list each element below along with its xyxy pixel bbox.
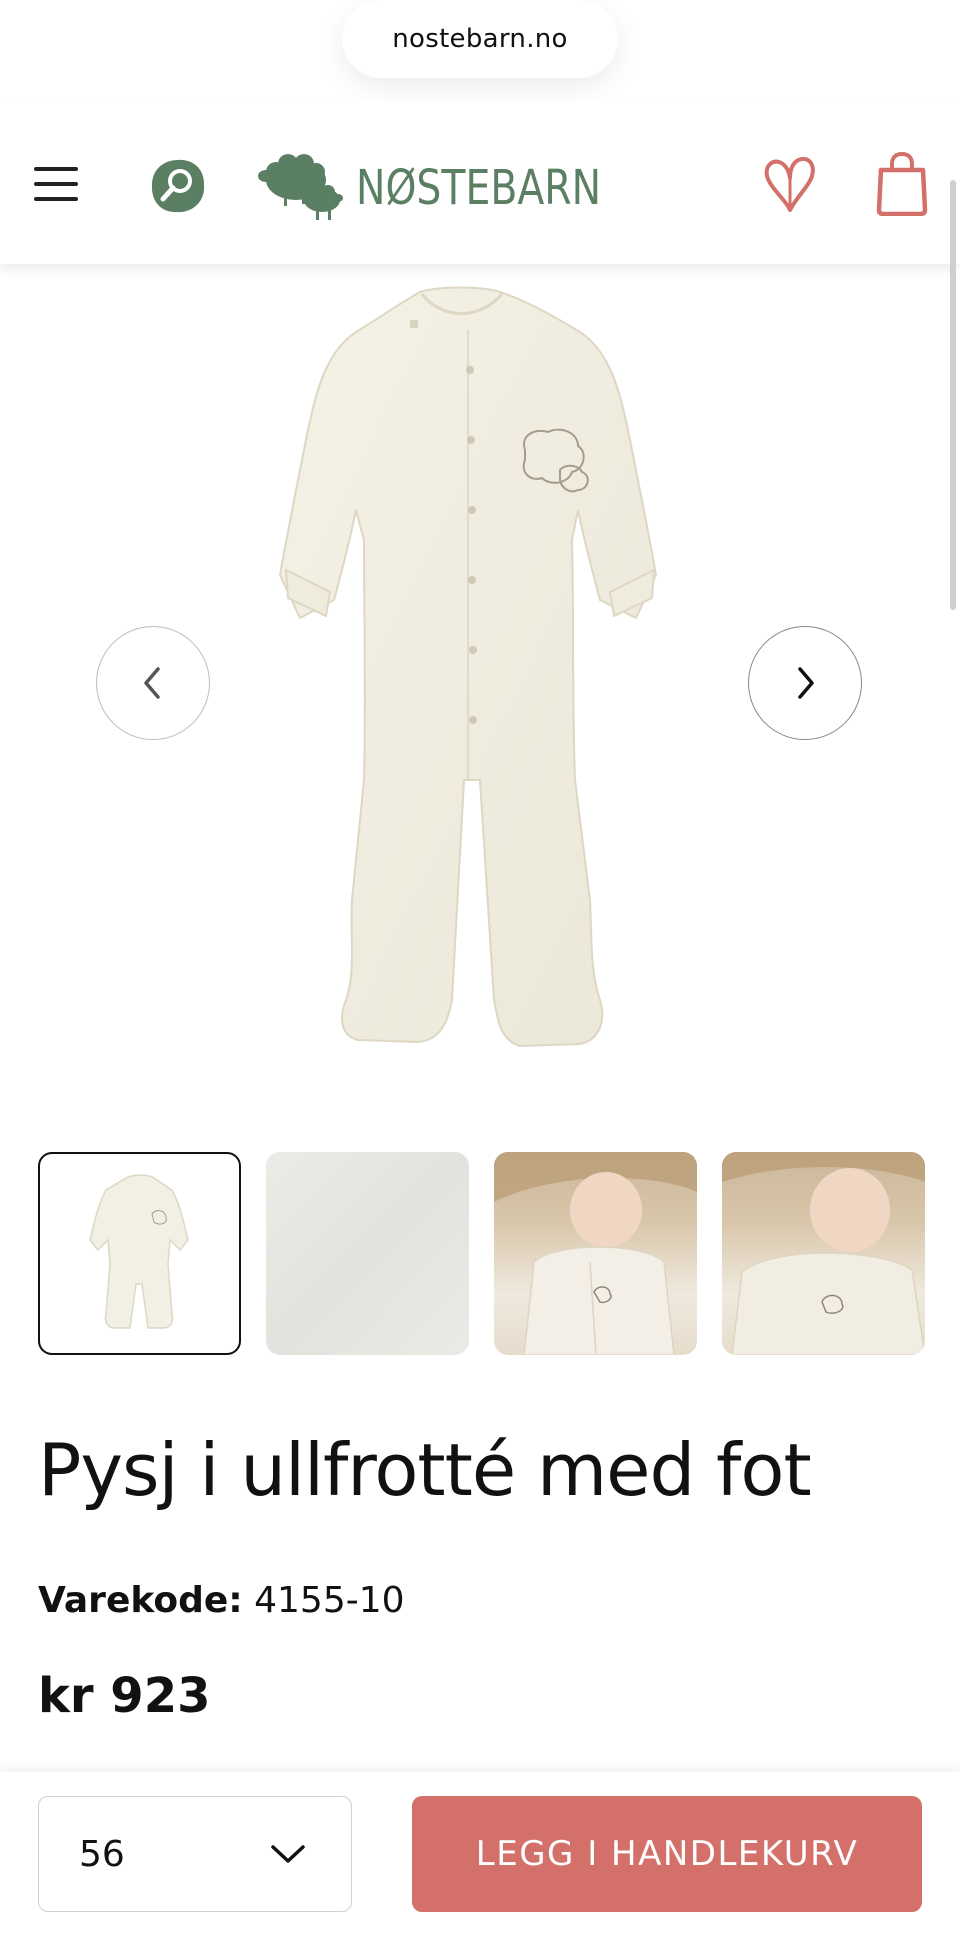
- sheep-logo-icon: [258, 154, 343, 220]
- chevron-down-icon: [271, 1845, 305, 1863]
- selected-size: 56: [79, 1833, 125, 1875]
- size-select[interactable]: 56: [38, 1796, 352, 1912]
- next-image-button[interactable]: [748, 626, 862, 740]
- url-bar[interactable]: nostebarn.no: [342, 0, 618, 78]
- site-header: NØSTEBARN: [0, 100, 960, 264]
- thumbnail-strip: [38, 1152, 925, 1355]
- product-sku: Varekode: 4155-10: [38, 1580, 405, 1621]
- brand-name: NØSTEBARN: [356, 160, 602, 216]
- product-title: Pysj i ullfrotté med fot: [38, 1428, 812, 1512]
- product-main-image: [180, 280, 760, 1080]
- product-price: kr 923: [38, 1668, 211, 1724]
- thumbnail-baby-closeup[interactable]: [722, 1152, 925, 1355]
- hamburger-menu-icon[interactable]: [34, 167, 78, 203]
- chevron-right-icon: [798, 667, 814, 699]
- add-to-cart-button[interactable]: LEGG I HANDLEKURV: [412, 1796, 922, 1912]
- thumbnail-fabric[interactable]: [266, 1152, 469, 1355]
- thumbnail-pajama[interactable]: [38, 1152, 241, 1355]
- purchase-bar: 56 LEGG I HANDLEKURV: [0, 1772, 960, 1937]
- sku-label: Varekode:: [38, 1580, 243, 1621]
- sku-value: 4155-10: [254, 1580, 405, 1621]
- heart-icon[interactable]: [764, 156, 816, 214]
- chevron-left-icon: [144, 667, 160, 699]
- brand-logo[interactable]: NØSTEBARN: [258, 150, 655, 226]
- search-icon[interactable]: [150, 158, 206, 214]
- shopping-bag-icon[interactable]: [876, 151, 928, 217]
- scrollbar[interactable]: [950, 180, 956, 610]
- thumbnail-baby-basket[interactable]: [494, 1152, 697, 1355]
- product-page: nostebarn.no NØSTEBARN Pysj i ullfrotté …: [0, 0, 960, 1937]
- previous-image-button[interactable]: [96, 626, 210, 740]
